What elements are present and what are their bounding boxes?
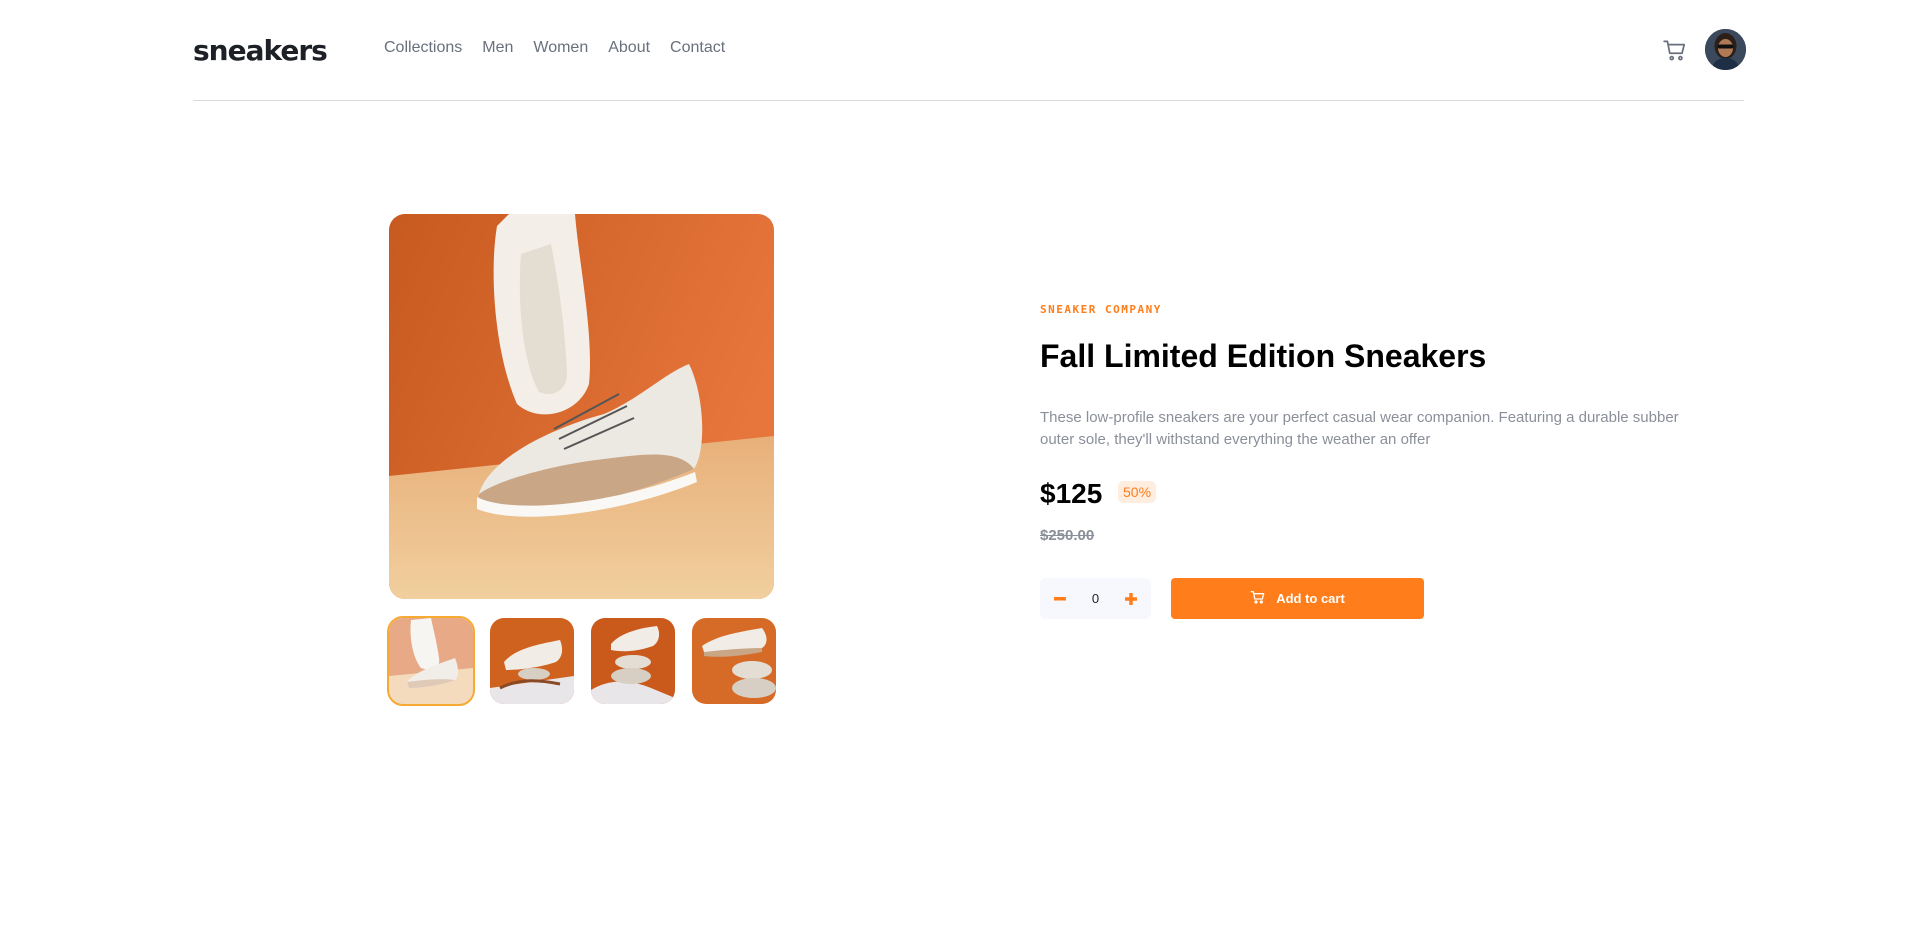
thumbnail-4[interactable]: [692, 618, 776, 704]
quantity-value[interactable]: 0: [1092, 591, 1099, 606]
cart-icon[interactable]: [1662, 37, 1688, 63]
product-title: Fall Limited Edition Sneakers: [1040, 338, 1487, 374]
nav-men[interactable]: Men: [482, 39, 513, 57]
nav-about[interactable]: About: [608, 39, 650, 57]
nav-women[interactable]: Women: [533, 39, 588, 57]
add-to-cart-label: Add to cart: [1276, 591, 1345, 606]
plus-icon[interactable]: [1121, 589, 1141, 609]
thumbnail-3[interactable]: [591, 618, 675, 704]
thumbnail-list: [387, 616, 776, 706]
nav-contact[interactable]: Contact: [670, 39, 725, 57]
thumbnail-1[interactable]: [387, 616, 475, 706]
minus-icon[interactable]: [1050, 589, 1070, 609]
site-header: sneakers Collections Men Women About Con…: [193, 0, 1746, 101]
current-price: $125: [1040, 478, 1103, 509]
logo[interactable]: sneakers: [193, 34, 328, 67]
main-nav: Collections Men Women About Contact: [384, 39, 725, 57]
add-to-cart-button[interactable]: Add to cart: [1171, 578, 1424, 619]
cart-icon: [1250, 589, 1266, 608]
product-description: These low-profile sneakers are your perf…: [1040, 409, 1679, 448]
avatar[interactable]: [1705, 29, 1746, 70]
discount-badge: 50%: [1118, 481, 1157, 503]
thumbnail-2[interactable]: [490, 618, 574, 704]
original-price: $250.00: [1040, 527, 1095, 544]
quantity-stepper: 0: [1040, 578, 1151, 619]
nav-collections[interactable]: Collections: [384, 39, 462, 57]
product-main-image[interactable]: [389, 214, 774, 599]
company-label: SNEAKER COMPANY: [1040, 303, 1162, 316]
